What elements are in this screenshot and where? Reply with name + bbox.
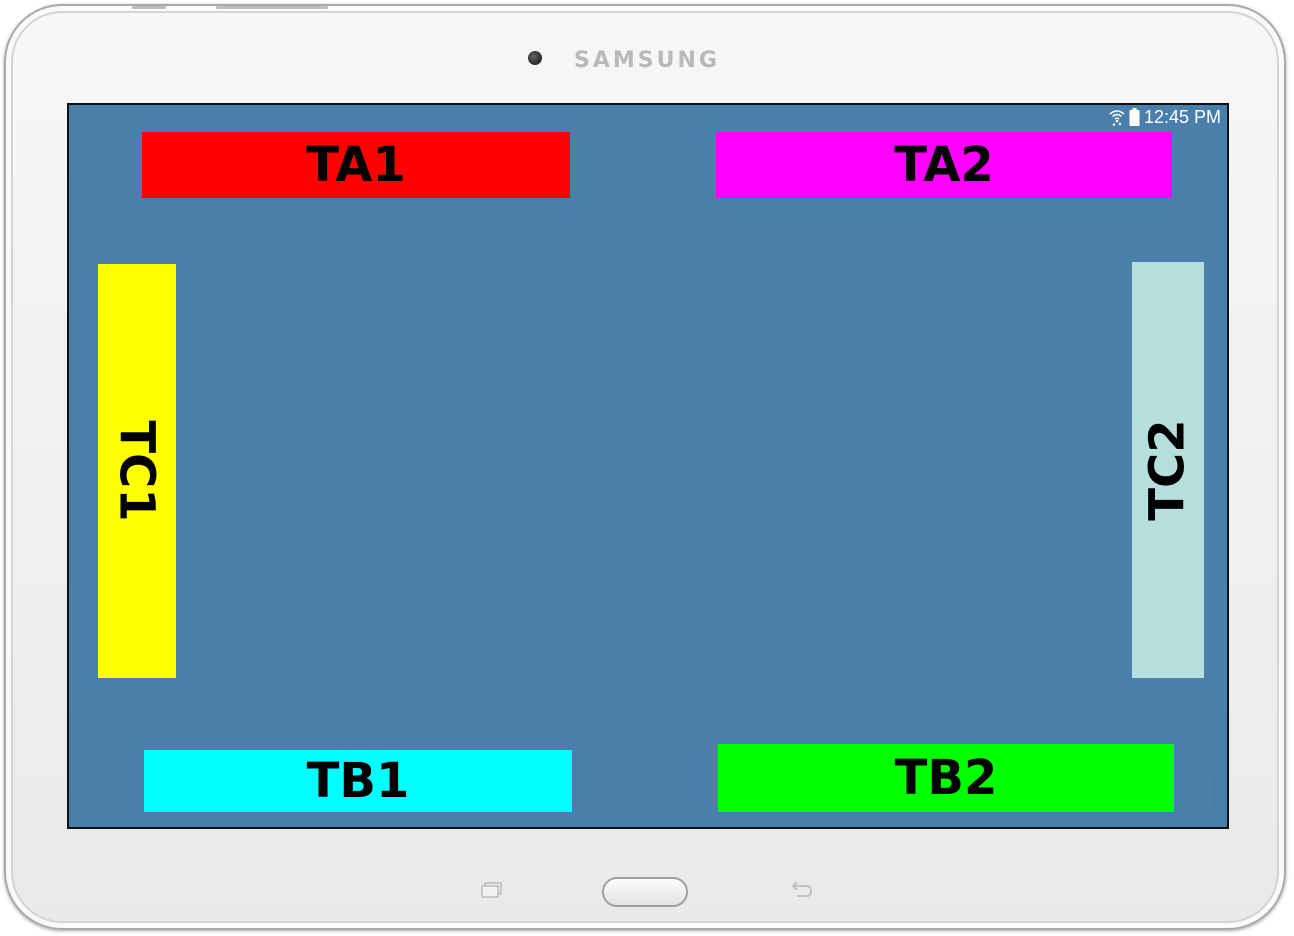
back-arrow-icon[interactable] [786,878,816,902]
block-tb2-label: TB2 [894,750,998,806]
block-tb1-label: TB1 [306,753,410,809]
block-tc1-label: TC1 [109,420,165,522]
block-ta1-label: TA1 [306,137,406,193]
block-tc2: TC2 [1132,262,1204,678]
front-camera-icon [528,51,542,65]
home-button-icon[interactable] [602,877,688,907]
block-tb1: TB1 [144,750,572,812]
block-ta2: TA2 [716,132,1172,198]
wifi-icon [1109,108,1125,126]
volume-key[interactable] [132,6,166,9]
power-key[interactable] [216,6,328,9]
screen: 12:45 PM TA1 TA2 TC1 TC2 TB1 TB2 [67,103,1229,829]
status-time: 12:45 PM [1143,106,1221,127]
block-tc2-label: TC2 [1140,419,1196,521]
block-ta2-label: TA2 [894,137,994,193]
brand-logo: SAMSUNG [574,48,720,73]
battery-icon [1129,108,1140,126]
block-ta1: TA1 [142,132,570,198]
status-bar: 12:45 PM [1109,106,1221,128]
block-tb2: TB2 [718,744,1174,812]
block-tc1: TC1 [98,264,176,678]
edge-mark [1209,777,1213,811]
recent-apps-icon[interactable] [478,878,506,902]
